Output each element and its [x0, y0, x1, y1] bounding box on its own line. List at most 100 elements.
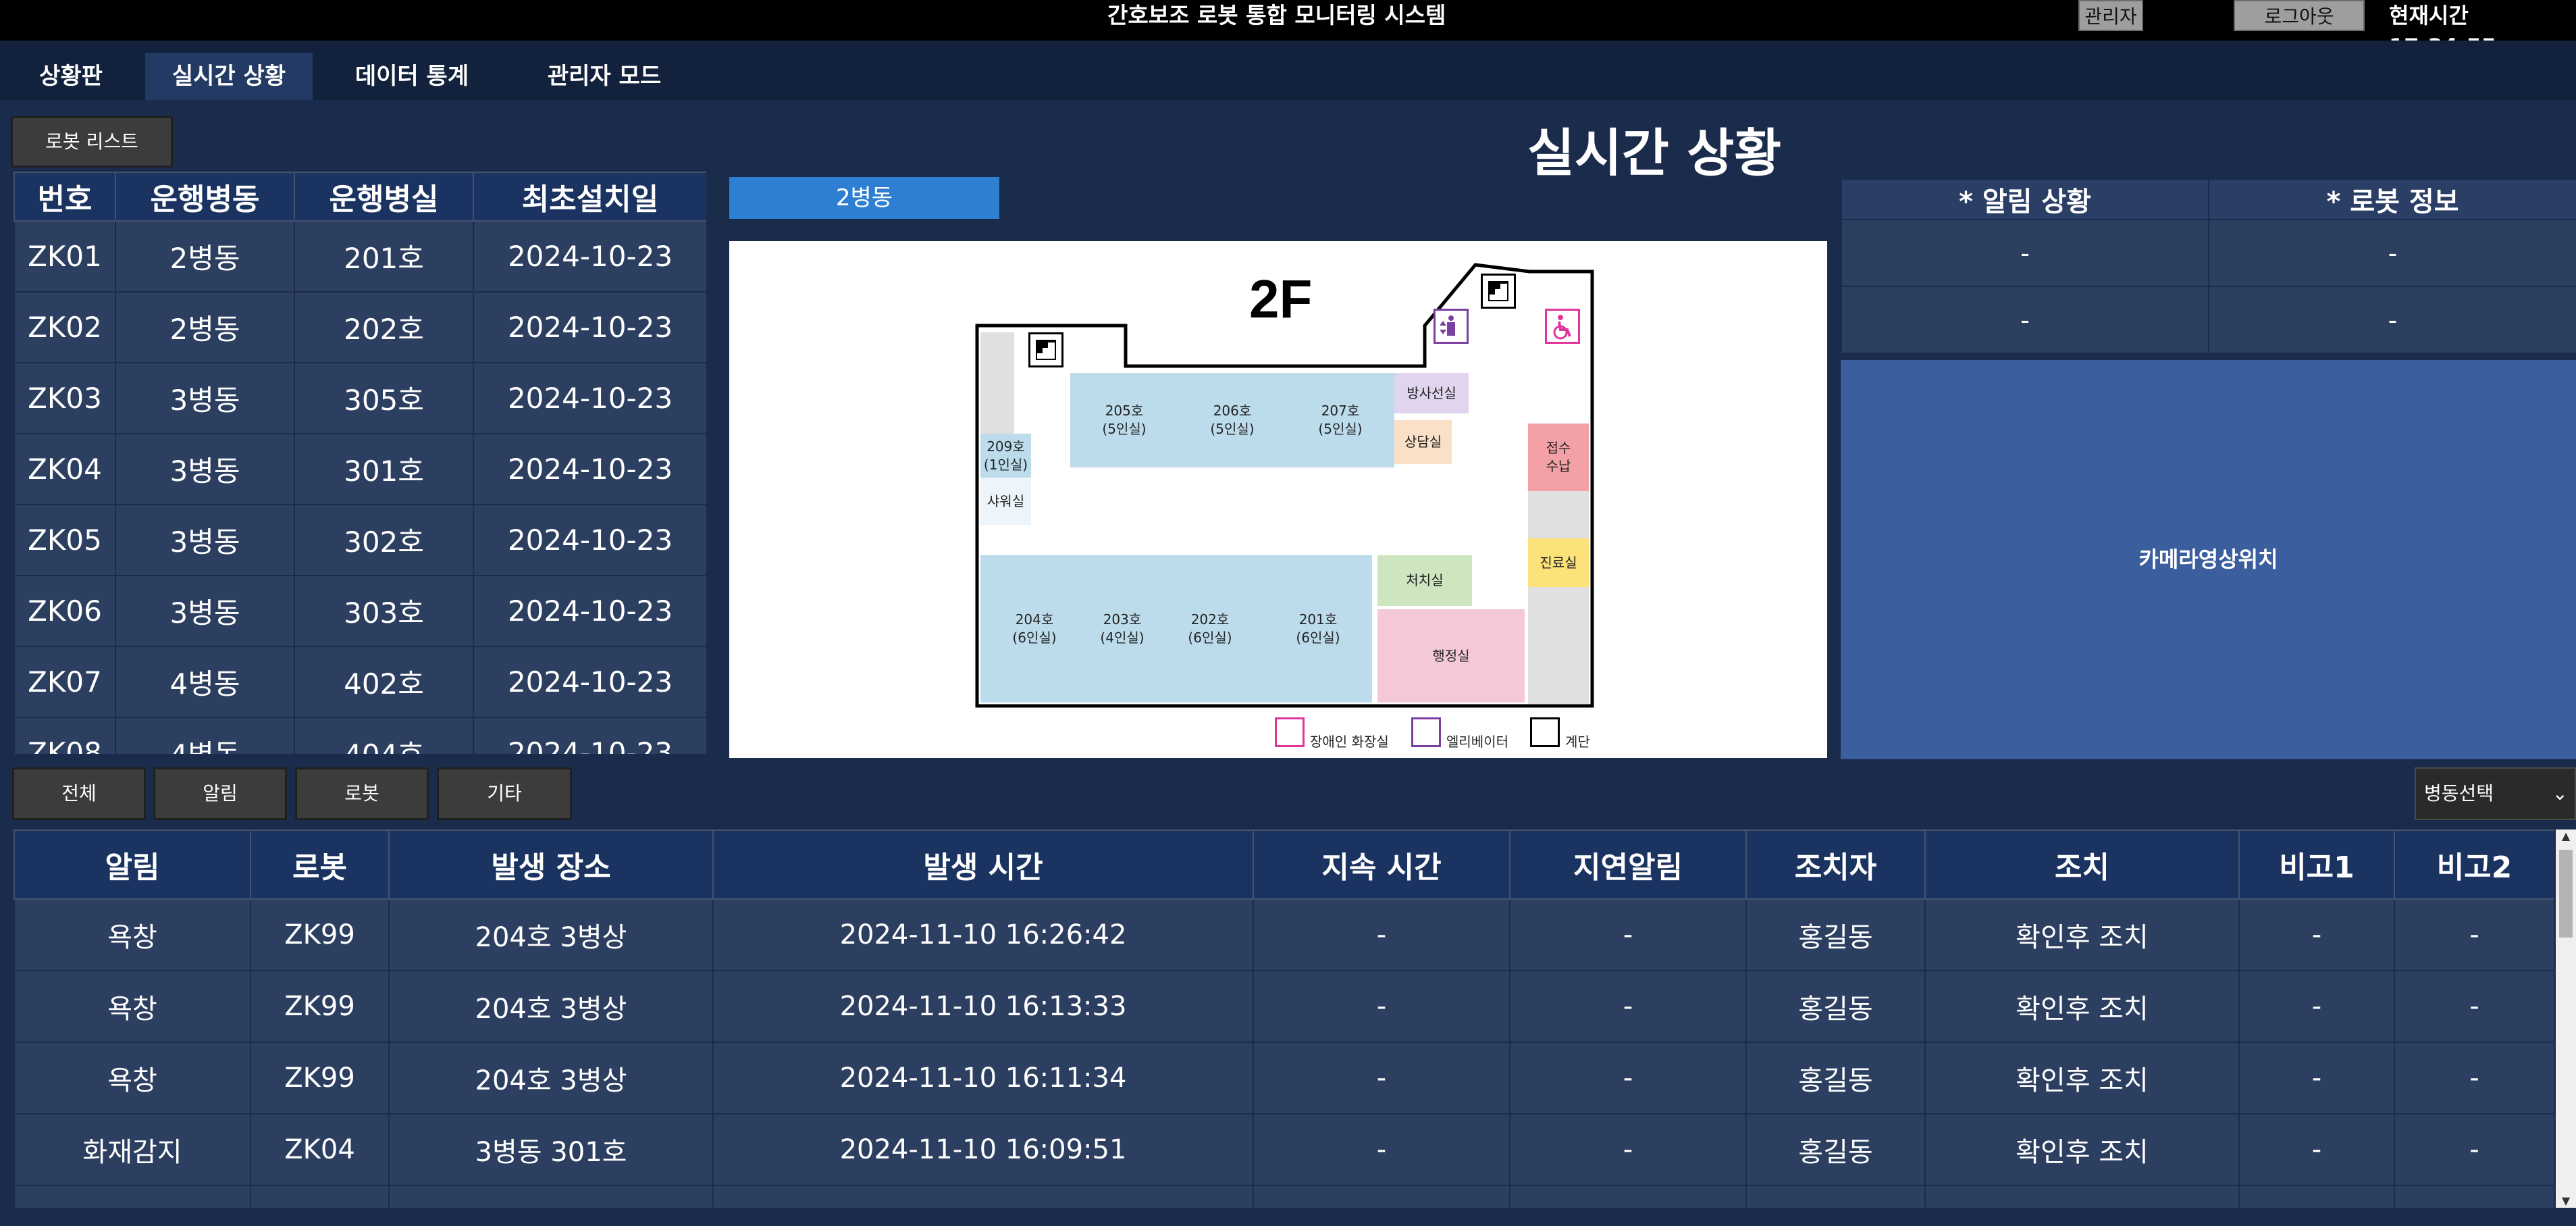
room-201[interactable]: 201호 (6인실) — [1264, 555, 1372, 703]
legend-elevator-icon — [1411, 717, 1441, 747]
alert-duration: - — [1253, 898, 1510, 971]
alert-status-header: * 알림 상황 — [1841, 178, 2209, 220]
alert-row[interactable]: 욕창 ZK99 204호 3병상 2024-11-10 16:13:33- - 홍길동 확인… — [14, 970, 2554, 1043]
room-shower[interactable]: 샤워실 — [980, 478, 1031, 525]
scroll-up-icon[interactable]: ▲ — [2556, 829, 2576, 843]
alert-row[interactable] — [14, 1185, 2554, 1208]
col-header-note2[interactable]: 비고2 — [2394, 829, 2554, 900]
tab-dashboard[interactable]: 상황판 — [20, 53, 122, 100]
alert-robot: ZK99 — [250, 970, 390, 1043]
alert-table: 알림 로봇 발생 장소 발생 시간 지속 시간 지연알림 조치자 조치 비고1 … — [14, 829, 2554, 1208]
alert-table-container[interactable]: 알림 로봇 발생 장소 발생 시간 지속 시간 지연알림 조치자 조치 비고1 … — [14, 829, 2554, 1208]
room-clinic[interactable]: 진료실 — [1528, 538, 1589, 587]
room-209[interactable]: 209호 (1인실) — [980, 434, 1031, 478]
col-header-action[interactable]: 조치 — [1924, 829, 2240, 900]
col-header-ward[interactable]: 운행병동 — [115, 172, 295, 222]
robot-table-container[interactable]: 번호 운행병동 운행병실 최초설치일 ZK01 2병동 201호 2024-10-23… — [14, 172, 706, 754]
robot-row[interactable]: ZK05 3병동 302호 2024-10-23 — [14, 504, 706, 576]
tab-statistics[interactable]: 데이터 통계 — [338, 53, 486, 100]
alert-type: 욕창 — [14, 898, 251, 971]
alert-row[interactable]: 화재감지 ZK04 3병동 301호 2024-11-10 16:09:51- - 홍길동… — [14, 1113, 2554, 1186]
legend-stairs: 계단 — [1565, 734, 1590, 750]
legend-stairs-icon — [1530, 717, 1560, 747]
room-202[interactable]: 202호 (6인실) — [1156, 555, 1264, 703]
alert-robot: ZK99 — [250, 898, 390, 971]
robot-install-date: 2024-10-23 — [473, 433, 706, 505]
alert-time: 2024-11-10 16:11:34 — [712, 1042, 1254, 1115]
alert-delay: - — [1509, 1042, 1747, 1115]
col-header-install-date[interactable]: 최초설치일 — [473, 172, 706, 222]
ward-select[interactable]: 병동선택 ⌄ — [2415, 767, 2576, 820]
room-205[interactable]: 205호 (5인실) — [1070, 373, 1178, 467]
robot-row[interactable]: ZK07 4병동 402호 2024-10-23 — [14, 646, 706, 718]
alert-row[interactable]: 욕창 ZK99 204호 3병상 2024-11-10 16:11:34- - 홍길동 확인… — [14, 1042, 2554, 1115]
col-header-alert[interactable]: 알림 — [14, 829, 251, 900]
alert-handler — [1745, 1185, 1926, 1208]
robot-room: 201호 — [294, 220, 474, 292]
camera-view: 카메라영상위치 — [1841, 360, 2576, 759]
logout-button[interactable]: 로그아웃 — [2234, 0, 2365, 31]
room-203[interactable]: 203호 (4인실) — [1088, 555, 1156, 703]
legend-elevator: 엘리베이터 — [1446, 734, 1508, 750]
alert-note2: - — [2394, 970, 2554, 1043]
filter-robot-button[interactable]: 로봇 — [295, 767, 429, 820]
filter-alert-button[interactable]: 알림 — [153, 767, 287, 820]
robot-install-date: 2024-10-23 — [473, 291, 706, 363]
robot-row[interactable]: ZK01 2병동 201호 2024-10-23 — [14, 220, 706, 292]
col-header-robot[interactable]: 로봇 — [250, 829, 390, 900]
room-204[interactable]: 204호 (6인실) — [980, 555, 1088, 703]
alert-delay: - — [1509, 970, 1747, 1043]
col-header-duration[interactable]: 지속 시간 — [1253, 829, 1510, 900]
filter-other-button[interactable]: 기타 — [437, 767, 572, 820]
accessible-toilet-icon — [1545, 309, 1580, 344]
alert-robot: ZK04 — [250, 1113, 390, 1186]
room-reception[interactable]: 접수 수납 — [1528, 424, 1589, 491]
robot-row[interactable]: ZK03 3병동 305호 2024-10-23 — [14, 362, 706, 434]
alert-duration: - — [1253, 1042, 1510, 1115]
col-header-location[interactable]: 발생 장소 — [388, 829, 714, 900]
col-header-room[interactable]: 운행병실 — [294, 172, 474, 222]
col-header-handler[interactable]: 조치자 — [1745, 829, 1926, 900]
robot-info-value: - — [2208, 219, 2576, 287]
scroll-down-icon[interactable]: ▼ — [2556, 1194, 2576, 1208]
robot-row[interactable]: ZK06 3병동 303호 2024-10-23 — [14, 575, 706, 647]
alert-handler: 홍길동 — [1745, 898, 1926, 971]
tab-admin-mode[interactable]: 관리자 모드 — [520, 53, 689, 100]
robot-ward: 4병동 — [115, 646, 295, 718]
tab-realtime[interactable]: 실시간 상황 — [145, 53, 313, 100]
room-206[interactable]: 206호 (5인실) — [1178, 373, 1286, 467]
alert-delay: - — [1509, 898, 1747, 971]
room-admin[interactable]: 행정실 — [1377, 609, 1525, 703]
col-header-number[interactable]: 번호 — [14, 172, 116, 222]
scrollbar-thumb[interactable] — [2559, 850, 2573, 938]
robot-row[interactable]: ZK02 2병동 202호 2024-10-23 — [14, 291, 706, 363]
col-header-note1[interactable]: 비고1 — [2238, 829, 2395, 900]
chevron-down-icon: ⌄ — [2552, 782, 2568, 804]
alert-duration: - — [1253, 1113, 1510, 1186]
room-207[interactable]: 207호 (5인실) — [1286, 373, 1394, 467]
alert-note1 — [2238, 1185, 2395, 1208]
col-header-delay-alert[interactable]: 지연알림 — [1509, 829, 1747, 900]
room-radiology[interactable]: 방사선실 — [1394, 373, 1469, 413]
room-treatment[interactable]: 처치실 — [1377, 555, 1472, 606]
robot-row[interactable]: ZK04 3병동 301호 2024-10-23 — [14, 433, 706, 505]
room-consultation[interactable]: 상담실 — [1394, 420, 1452, 464]
alert-time: 2024-11-10 16:13:33 — [712, 970, 1254, 1043]
robot-row[interactable]: ZK084병동404호2024-10-23 — [14, 717, 706, 754]
alert-location — [388, 1185, 714, 1208]
alert-location: 204호 3병상 — [388, 1042, 714, 1115]
robot-id: ZK03 — [14, 362, 116, 434]
alert-row[interactable]: 욕창 ZK99 204호 3병상 2024-11-10 16:26:42- - 홍길동 확인… — [14, 898, 2554, 971]
filter-all-button[interactable]: 전체 — [12, 767, 146, 820]
alert-type: 화재감지 — [14, 1113, 251, 1186]
alert-handler: 홍길동 — [1745, 1113, 1926, 1186]
robot-id: ZK06 — [14, 575, 116, 647]
robot-id: ZK04 — [14, 433, 116, 505]
robot-list-button[interactable]: 로봇 리스트 — [11, 116, 173, 168]
col-header-time[interactable]: 발생 시간 — [712, 829, 1254, 900]
alert-status-value: - — [1841, 286, 2209, 354]
alert-note2: - — [2394, 1113, 2554, 1186]
admin-button[interactable]: 관리자 — [2078, 0, 2143, 31]
alert-table-scrollbar[interactable]: ▲ ▼ — [2556, 829, 2576, 1208]
robot-room: 301호 — [294, 433, 474, 505]
